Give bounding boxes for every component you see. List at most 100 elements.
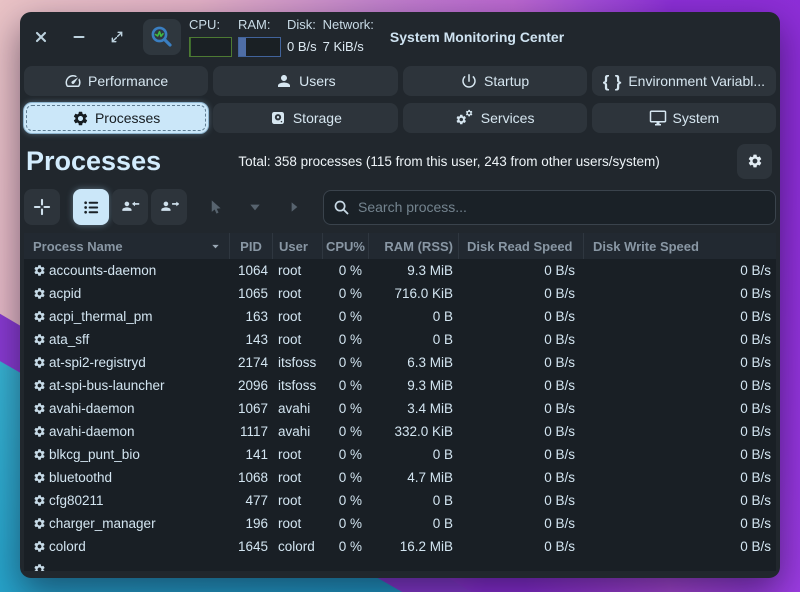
table-row[interactable]: charger_manager 196 root 0 % 0 B 0 B/s 0…: [24, 512, 776, 535]
cpu-bar-fill: [190, 38, 191, 56]
process-name: charger_manager: [49, 516, 156, 531]
network-label: Network:: [323, 17, 374, 32]
network-stat: Network: 7 KiB/s: [323, 17, 374, 57]
table-row[interactable]: avahi-daemon 1117 avahi 0 % 332.0 KiB 0 …: [24, 420, 776, 443]
column-header-user[interactable]: User: [272, 233, 322, 259]
select-process-button[interactable]: [198, 189, 234, 225]
process-name: blkcg_punt_bio: [49, 447, 140, 462]
process-disk-read: 0 B/s: [458, 516, 583, 531]
process-disk-read: 0 B/s: [458, 378, 583, 393]
tab-label: Environment Variabl...: [628, 73, 765, 89]
process-user: root: [272, 309, 322, 324]
process-disk-read: 0 B/s: [458, 286, 583, 301]
process-disk-read: 0 B/s: [458, 263, 583, 278]
tab-processes[interactable]: Processes: [24, 103, 208, 133]
column-header-disk-write[interactable]: Disk Write Speed: [583, 233, 776, 259]
chevron-down-icon: [247, 199, 263, 215]
table-row[interactable]: bluetoothd 1068 root 0 % 4.7 MiB 0 B/s 0…: [24, 466, 776, 489]
column-header-pid[interactable]: PID: [229, 233, 272, 259]
process-cpu: 0 %: [322, 424, 368, 439]
process-cpu: 0 %: [322, 286, 368, 301]
process-name: cfg80211: [49, 493, 104, 508]
process-name: colord: [49, 539, 86, 554]
tab-startup[interactable]: Startup: [403, 66, 587, 96]
column-header-process-name[interactable]: Process Name: [24, 233, 229, 259]
ram-label: RAM:: [238, 17, 281, 32]
process-ram: 6.3 MiB: [368, 355, 458, 370]
tab-system[interactable]: System: [592, 103, 776, 133]
process-disk-write: 0 B/s: [583, 309, 776, 324]
process-gear-icon: [33, 425, 46, 438]
process-disk-read: 0 B/s: [458, 401, 583, 416]
table-header: Process Name PID User CPU% RAM (RSS) Dis…: [24, 233, 776, 259]
process-disk-write: 0 B/s: [583, 539, 776, 554]
column-header-disk-read[interactable]: Disk Read Speed: [458, 233, 583, 259]
process-ram: 9.3 MiB: [368, 263, 458, 278]
maximize-button[interactable]: [109, 29, 125, 45]
process-gear-icon: [33, 448, 46, 461]
column-header-cpu[interactable]: CPU%: [322, 233, 368, 259]
braces-icon: { }: [603, 73, 623, 90]
network-value: 7 KiB/s: [323, 37, 374, 57]
process-user: root: [272, 516, 322, 531]
table-row[interactable]: at-spi2-registryd 2174 itsfoss 0 % 6.3 M…: [24, 351, 776, 374]
disk-stat: Disk: 0 B/s: [287, 17, 317, 57]
process-disk-write: 0 B/s: [583, 516, 776, 531]
process-gear-icon: [33, 494, 46, 507]
process-cpu: 0 %: [322, 516, 368, 531]
process-pid: 141: [229, 447, 272, 462]
column-header-ram[interactable]: RAM (RSS): [368, 233, 458, 259]
minimize-button[interactable]: [71, 29, 87, 45]
expand-collapse-button[interactable]: [24, 189, 60, 225]
process-user: root: [272, 447, 322, 462]
gear-icon: [72, 110, 89, 127]
table-row[interactable]: acpid 1065 root 0 % 716.0 KiB 0 B/s 0 B/…: [24, 282, 776, 305]
process-user: root: [272, 286, 322, 301]
tab-users[interactable]: Users: [213, 66, 397, 96]
tab-storage[interactable]: Storage: [213, 103, 397, 133]
process-gear-icon: [33, 402, 46, 415]
table-row[interactable]: avahi-daemon 1067 avahi 0 % 3.4 MiB 0 B/…: [24, 397, 776, 420]
process-cpu: 0 %: [322, 401, 368, 416]
table-row[interactable]: cfg80211 477 root 0 % 0 B 0 B/s 0 B/s: [24, 489, 776, 512]
process-ram: 332.0 KiB: [368, 424, 458, 439]
table-row[interactable]: acpi_thermal_pm 163 root 0 % 0 B 0 B/s 0…: [24, 305, 776, 328]
speedometer-icon: [64, 72, 82, 90]
process-gear-icon: [33, 333, 46, 346]
search-input[interactable]: [323, 190, 776, 225]
collapse-all-button[interactable]: [237, 189, 273, 225]
process-pid: 1068: [229, 470, 272, 485]
process-user: root: [272, 493, 322, 508]
tab-performance[interactable]: Performance: [24, 66, 208, 96]
process-user: avahi: [272, 401, 322, 416]
table-row-partial[interactable]: [24, 558, 776, 571]
table-row[interactable]: accounts-daemon 1064 root 0 % 9.3 MiB 0 …: [24, 259, 776, 282]
tab-services[interactable]: Services: [403, 103, 587, 133]
crosshair-icon: [32, 197, 52, 217]
desktop-wallpaper: CPU: RAM: Disk: 0 B/s Network: 7 KiB/s S…: [0, 0, 800, 592]
table-row[interactable]: at-spi-bus-launcher 2096 itsfoss 0 % 9.3…: [24, 374, 776, 397]
show-this-user-button[interactable]: [112, 189, 148, 225]
process-cpu: 0 %: [322, 447, 368, 462]
ram-stat: RAM:: [238, 17, 281, 57]
process-ram: 9.3 MiB: [368, 378, 458, 393]
close-button[interactable]: [33, 29, 49, 45]
process-pid: 1645: [229, 539, 272, 554]
tab-environment-variables[interactable]: { } Environment Variabl...: [592, 66, 776, 96]
process-disk-write: 0 B/s: [583, 493, 776, 508]
settings-button[interactable]: [737, 144, 772, 179]
show-other-users-button[interactable]: [151, 189, 187, 225]
process-gear-icon: [33, 563, 46, 571]
process-gear-icon: [33, 517, 46, 530]
app-icon: [143, 19, 181, 55]
table-row[interactable]: colord 1645 colord 0 % 16.2 MiB 0 B/s 0 …: [24, 535, 776, 558]
process-name: avahi-daemon: [49, 401, 135, 416]
table-row[interactable]: blkcg_punt_bio 141 root 0 % 0 B 0 B/s 0 …: [24, 443, 776, 466]
process-disk-write: 0 B/s: [583, 378, 776, 393]
list-view-button[interactable]: [73, 189, 109, 225]
minimize-icon: [73, 31, 85, 43]
tab-label: Startup: [484, 73, 529, 89]
process-pid: 1117: [229, 424, 272, 439]
table-row[interactable]: ata_sff 143 root 0 % 0 B 0 B/s 0 B/s: [24, 328, 776, 351]
expand-all-button[interactable]: [276, 189, 312, 225]
